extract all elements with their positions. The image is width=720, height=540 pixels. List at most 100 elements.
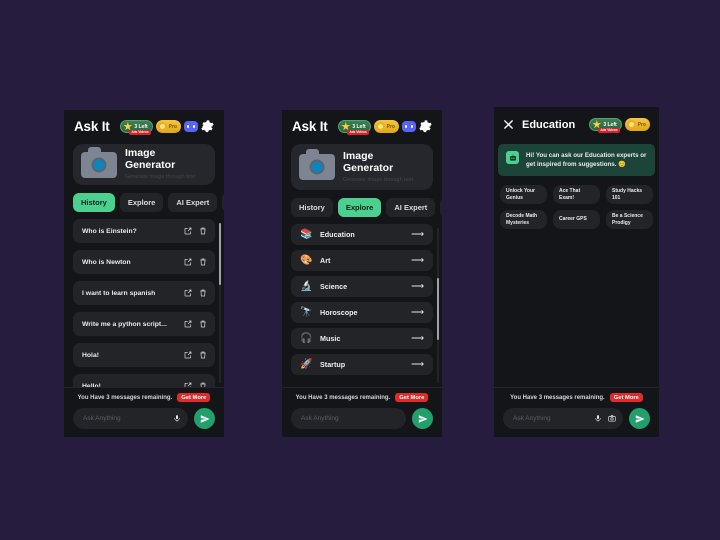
history-item-label: Who is Newton xyxy=(82,258,131,266)
edit-icon[interactable] xyxy=(184,382,192,387)
tab-history[interactable]: History xyxy=(73,193,115,213)
get-more-button[interactable]: Get More xyxy=(177,393,211,402)
chat-input-wrapper[interactable]: Ask Anything xyxy=(503,408,623,429)
rocket-icon: 🚀 xyxy=(300,359,313,370)
edit-icon[interactable] xyxy=(184,289,192,297)
composer-bar: You Have 3 messages remaining. Get More … xyxy=(494,387,659,437)
tab-history[interactable]: History xyxy=(291,198,333,217)
get-more-button[interactable]: Get More xyxy=(609,393,643,402)
free-credits-badge[interactable]: 3 Left Ads Videos xyxy=(338,120,371,135)
tab-explore[interactable]: Explore xyxy=(119,193,164,213)
table-row[interactable]: Who is Newton xyxy=(73,250,215,275)
category-label: Education xyxy=(320,230,355,239)
arrow-right-icon: ⟶ xyxy=(411,359,424,369)
edit-icon[interactable] xyxy=(184,227,192,235)
suggestion-chip[interactable]: Ace That Exam! xyxy=(553,185,600,204)
row-actions xyxy=(184,320,207,328)
delete-icon[interactable] xyxy=(199,382,207,387)
screenshot-stage: Ask It 3 Left Ads Videos Pro Image Gener… xyxy=(0,0,720,540)
history-item-label: Hello! xyxy=(82,382,101,387)
key-icon xyxy=(157,122,167,131)
chat-input-placeholder: Ask Anything xyxy=(513,415,551,422)
suggestion-chip[interactable]: Career GPS xyxy=(553,210,600,229)
suggestion-chip[interactable]: Unlock Your Genius xyxy=(500,185,547,204)
list-item[interactable]: 📚 Education ⟶ xyxy=(291,224,433,245)
delete-icon[interactable] xyxy=(199,289,207,297)
table-row[interactable]: Who is Einstein? xyxy=(73,219,215,244)
edit-icon[interactable] xyxy=(184,351,192,359)
send-button[interactable] xyxy=(629,408,650,429)
table-row[interactable]: Hello! xyxy=(73,374,215,387)
arrow-right-icon: ⟶ xyxy=(411,281,424,291)
scrollbar-thumb[interactable] xyxy=(436,278,439,340)
free-credits-badge[interactable]: 3 Left Ads Videos xyxy=(120,120,153,135)
suggestion-chip[interactable]: Be a Science Prodigy xyxy=(606,210,653,229)
books-icon: 📚 xyxy=(300,229,313,240)
education-chat-panel: Education 3 Left Ads Videos Pro Hi! You … xyxy=(494,107,659,437)
pro-badge[interactable]: Pro xyxy=(373,120,399,133)
suggestion-chip[interactable]: Decode Math Mysteries xyxy=(500,210,547,229)
header-badges: 3 Left Ads Videos Pro xyxy=(120,120,214,135)
table-row[interactable]: Hola! xyxy=(73,343,215,368)
tab-ai-celebrity[interactable]: AI Cel xyxy=(222,193,224,213)
pro-badge[interactable]: Pro xyxy=(624,118,650,131)
pro-badge-label: Pro xyxy=(168,123,177,130)
table-row[interactable]: I want to learn spanish xyxy=(73,281,215,306)
image-generator-subtitle: Generate image through text xyxy=(125,174,196,181)
arrow-right-icon: ⟶ xyxy=(411,255,424,265)
pro-badge[interactable]: Pro xyxy=(155,120,181,133)
tab-ai-expert[interactable]: AI Expert xyxy=(168,193,218,213)
close-icon[interactable] xyxy=(503,119,514,130)
chat-input-wrapper[interactable]: Ask Anything xyxy=(291,408,406,429)
composer-bar: You Have 3 messages remaining. Get More … xyxy=(282,387,442,437)
chat-input-placeholder: Ask Anything xyxy=(83,415,121,422)
delete-icon[interactable] xyxy=(199,320,207,328)
list-item[interactable]: 🎨 Art ⟶ xyxy=(291,250,433,271)
free-credits-sub-label: Ads Videos xyxy=(129,129,151,135)
camera-icon[interactable] xyxy=(608,414,616,423)
edit-icon[interactable] xyxy=(184,320,192,328)
explore-category-list: 📚 Education ⟶ 🎨 Art ⟶ 🔬 Science ⟶ 🔭 Horo… xyxy=(282,224,442,387)
list-item[interactable]: 🔭 Horoscope ⟶ xyxy=(291,302,433,323)
scrollbar-thumb[interactable] xyxy=(218,223,221,286)
arrow-right-icon: ⟶ xyxy=(411,307,424,317)
gear-icon[interactable] xyxy=(201,120,214,133)
chat-input-wrapper[interactable]: Ask Anything xyxy=(73,408,188,429)
gear-icon[interactable] xyxy=(419,120,432,133)
robot-icon xyxy=(506,151,519,164)
history-list: Who is Einstein? Who is Newton I want to… xyxy=(64,219,224,387)
suggestion-chip[interactable]: Study Hacks 101 xyxy=(606,185,653,204)
history-panel: Ask It 3 Left Ads Videos Pro Image Gener… xyxy=(64,110,224,437)
camera-icon xyxy=(299,149,335,180)
tab-explore[interactable]: Explore xyxy=(337,198,382,217)
free-credits-badge[interactable]: 3 Left Ads Videos xyxy=(589,118,622,133)
microphone-icon[interactable] xyxy=(594,414,602,423)
edit-icon[interactable] xyxy=(184,258,192,266)
delete-icon[interactable] xyxy=(199,351,207,359)
image-generator-card[interactable]: Image Generator Generate image through t… xyxy=(73,144,215,186)
image-generator-card[interactable]: Image Generator Generate image through t… xyxy=(291,144,433,190)
get-more-button[interactable]: Get More xyxy=(395,393,429,402)
tab-ai-expert[interactable]: AI Expert xyxy=(386,198,436,217)
list-item[interactable]: 🚀 Startup ⟶ xyxy=(291,354,433,375)
delete-icon[interactable] xyxy=(199,258,207,266)
delete-icon[interactable] xyxy=(199,227,207,235)
key-icon xyxy=(626,120,636,129)
tab-ai-celebrity[interactable]: AI Cel xyxy=(440,198,442,217)
quota-notice: You Have 3 messages remaining. Get More xyxy=(73,393,215,402)
list-item[interactable]: 🎧 Music ⟶ xyxy=(291,328,433,349)
image-generator-text: Image Generator Generate image through t… xyxy=(343,150,413,185)
list-item[interactable]: 🔬 Science ⟶ xyxy=(291,276,433,297)
discord-icon[interactable] xyxy=(402,121,416,132)
table-row[interactable]: Write me a python script... xyxy=(73,312,215,337)
microscope-icon: 🔬 xyxy=(300,281,313,292)
send-button[interactable] xyxy=(412,408,433,429)
telescope-icon: 🔭 xyxy=(300,307,313,318)
suggestion-chips: Unlock Your Genius Ace That Exam! Study … xyxy=(494,185,659,229)
quota-text: You Have 3 messages remaining. xyxy=(295,394,391,401)
pro-badge-label: Pro xyxy=(386,123,395,130)
send-button[interactable] xyxy=(194,408,215,429)
microphone-icon[interactable] xyxy=(173,414,181,423)
row-actions xyxy=(184,227,207,235)
discord-icon[interactable] xyxy=(184,121,198,132)
